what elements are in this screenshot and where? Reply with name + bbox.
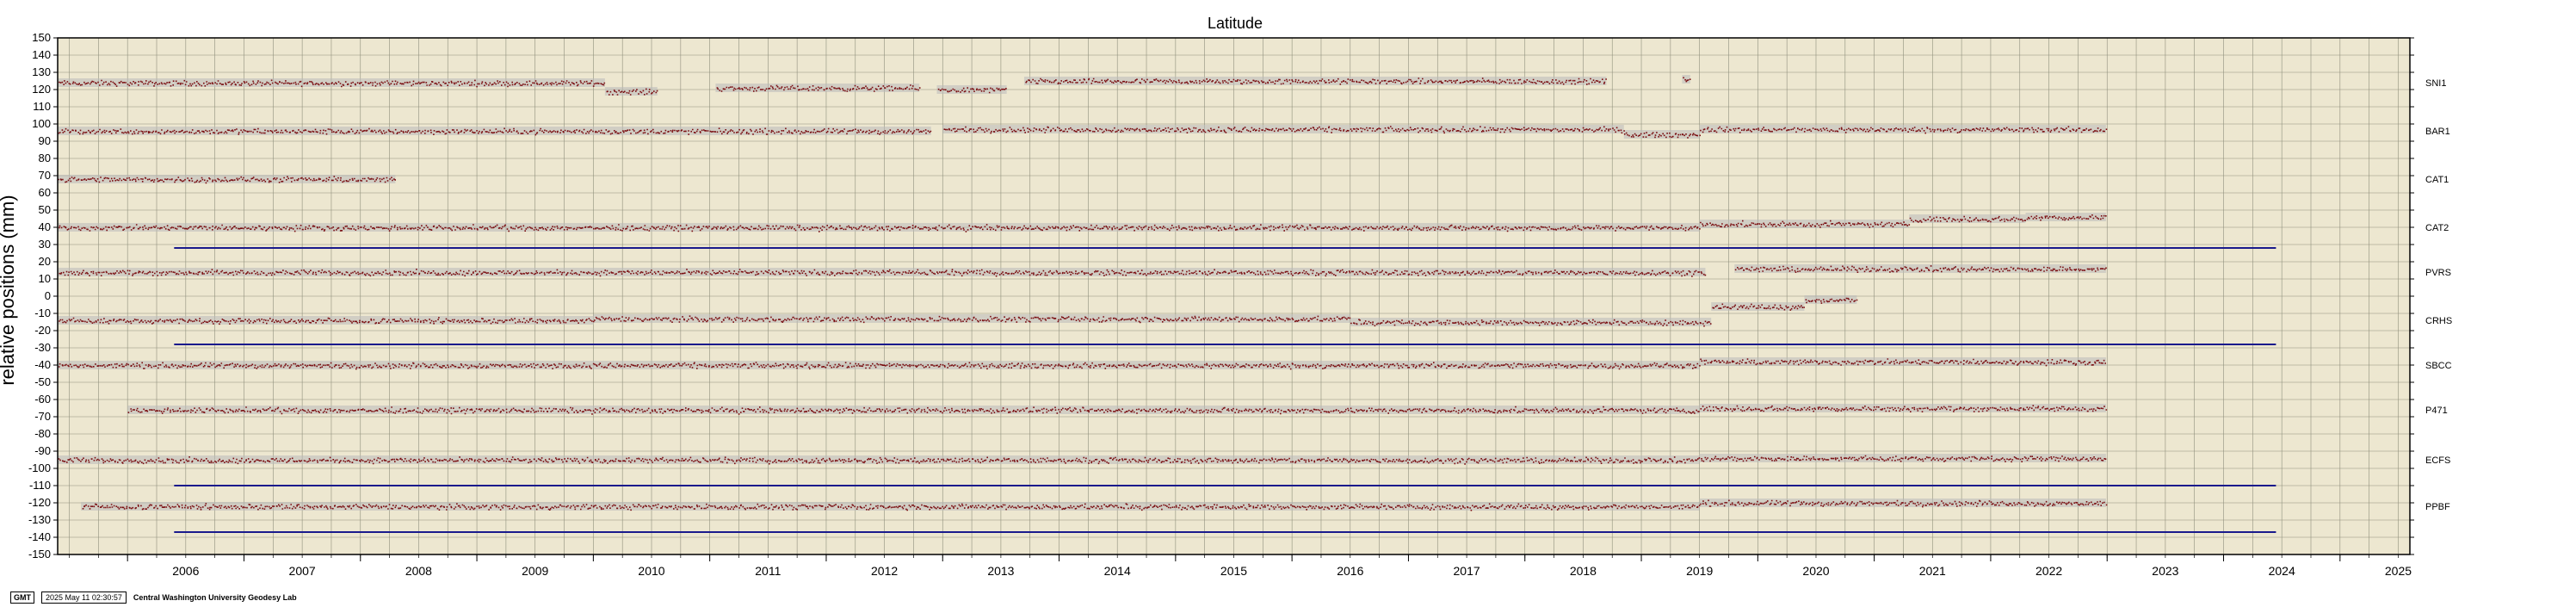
y-tick-label: 20	[39, 255, 51, 268]
error-band	[1699, 125, 2106, 133]
x-tick-label: 2017	[1454, 564, 1480, 578]
y-tick-label: -60	[34, 393, 51, 406]
x-tick-label: 2024	[2269, 564, 2295, 578]
y-tick-label: -70	[34, 410, 51, 423]
y-tick-label: 30	[39, 238, 51, 251]
y-tick-label: 50	[39, 203, 51, 216]
y-tick-label: -80	[34, 427, 51, 440]
x-tick-label: 2022	[2035, 564, 2062, 578]
x-tick-label: 2009	[522, 564, 548, 578]
y-tick-label: 60	[39, 186, 51, 199]
error-band	[1909, 214, 2026, 223]
x-tick-label: 2019	[1686, 564, 1713, 578]
error-band	[1023, 77, 1607, 85]
y-tick-label: 80	[39, 152, 51, 164]
station-label-crhs: CRHS	[2425, 316, 2452, 326]
x-axis: 2006 2007 2008 2009 2010 2011 2012 2013 2014 2015…	[69, 554, 2412, 578]
error-band	[2025, 213, 2106, 221]
y-tick-label: -50	[34, 375, 51, 388]
y-tick-label: -40	[34, 358, 51, 371]
y-tick-label: 90	[39, 134, 51, 147]
station-label-ecfs: ECFS	[2425, 455, 2450, 466]
x-tick-label: 2016	[1337, 564, 1363, 578]
x-tick-label: 2020	[1802, 564, 1829, 578]
x-tick-label: 2023	[2152, 564, 2178, 578]
y-tick-label: -90	[34, 444, 51, 457]
y-tick-label: 70	[39, 169, 51, 182]
x-tick-label: 2015	[1220, 564, 1247, 578]
y-tick-label: 120	[32, 83, 51, 96]
station-label-bar1: BAR1	[2425, 127, 2450, 137]
timestamp: 2025 May 11 02:30:57	[41, 592, 127, 604]
x-tick-label: 2007	[289, 564, 316, 578]
x-tick-label: 2013	[987, 564, 1014, 578]
station-labels: SNI1 BAR1 CAT1 CAT2 PVRS CRHS SBCC P471 ECFS PPBF	[2425, 78, 2452, 512]
y-tick-label: -110	[29, 479, 51, 492]
x-tick-label: 2014	[1104, 564, 1131, 578]
y-tick-label: -140	[28, 530, 51, 543]
error-band	[1682, 75, 1690, 84]
x-tick-label: 2025	[2385, 564, 2412, 578]
station-label-sbcc: SBCC	[2425, 361, 2452, 371]
y-tick-label: 100	[32, 117, 51, 130]
y-tick-label: 0	[45, 289, 51, 302]
x-tick-label: 2010	[638, 564, 664, 578]
x-tick-label: 2008	[405, 564, 432, 578]
x-tick-label: 2018	[1570, 564, 1597, 578]
y-tick-label: 40	[39, 220, 51, 233]
station-label-cat1: CAT1	[2425, 175, 2449, 185]
y-tick-label: -20	[34, 324, 51, 337]
chart-title: Latitude	[1208, 15, 1263, 32]
y-tick-label: 10	[39, 272, 51, 285]
x-tick-label: 2011	[755, 564, 781, 578]
y-tick-label: 110	[33, 100, 51, 113]
error-band	[936, 85, 1007, 94]
station-label-p471: P471	[2425, 406, 2448, 416]
y-tick-label: -30	[34, 341, 51, 354]
y-tick-label: 150	[32, 31, 51, 44]
y-tick-label: -130	[28, 513, 51, 526]
y-tick-label: -10	[34, 307, 51, 319]
footer: GMT 2025 May 11 02:30:57 Central Washing…	[10, 592, 297, 604]
gmt-logo: GMT	[10, 592, 34, 604]
error-band	[58, 78, 605, 87]
x-tick-label: 2021	[1919, 564, 1946, 578]
y-tick-label: -150	[28, 548, 51, 561]
station-label-sni1: SNI1	[2425, 78, 2446, 89]
station-label-cat2: CAT2	[2425, 223, 2449, 233]
x-tick-label: 2012	[871, 564, 898, 578]
x-tick-label: 2006	[172, 564, 199, 578]
y-tick-label: -100	[28, 461, 51, 474]
y-tick-label: 130	[32, 65, 51, 78]
lab-credit: Central Washington University Geodesy La…	[133, 593, 297, 602]
latitude-time-series-chart: Latitude relative positions (mm) 150 140 1…	[0, 15, 2452, 578]
station-label-pvrs: PVRS	[2425, 268, 2451, 278]
y-tick-label: 140	[32, 48, 51, 61]
y-tick-label: -120	[28, 496, 51, 509]
y-axis-label: relative positions (mm)	[0, 195, 18, 385]
station-label-ppbf: PPBF	[2425, 502, 2450, 512]
